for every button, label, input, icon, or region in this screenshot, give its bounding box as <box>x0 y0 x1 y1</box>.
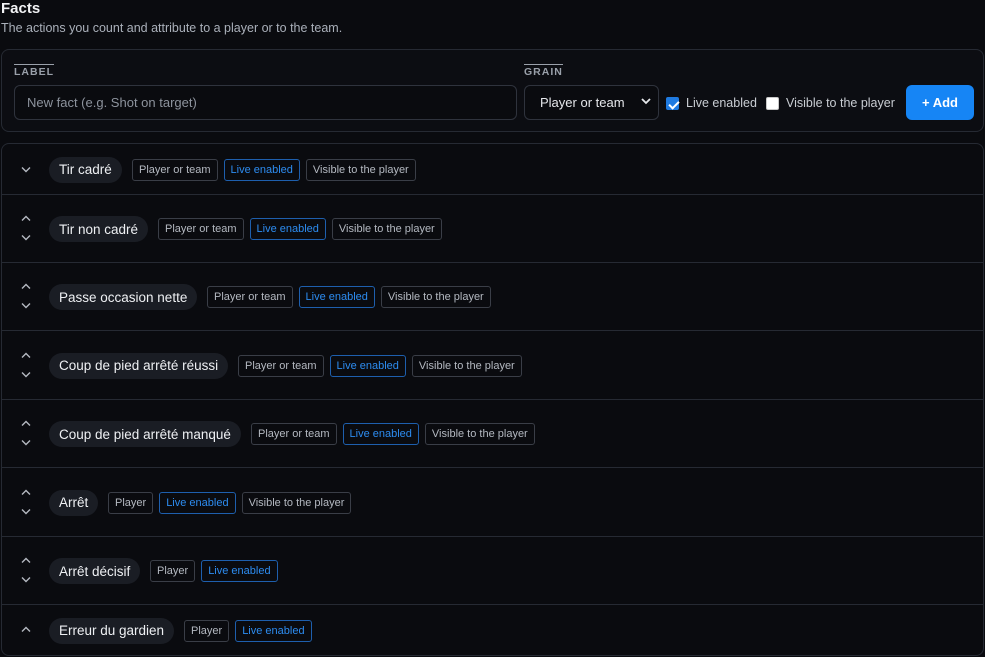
fact-name[interactable]: Erreur du gardien <box>49 617 175 644</box>
grain-badge: Player <box>150 560 196 582</box>
live-enabled-badge: Live enabled <box>201 560 278 582</box>
grain-badge: Player or team <box>207 286 293 308</box>
live-enabled-badge: Live enabled <box>235 619 312 642</box>
label-heading: LABEL <box>14 64 54 78</box>
grain-badge: Player or team <box>132 158 218 181</box>
visible-badge: Visible to the player <box>380 286 491 308</box>
fact-row: Coup de pied arrêté manqué Player or team… <box>2 400 983 468</box>
facts-list: Tir cadré Player or team Live enabled Visib… <box>1 143 984 656</box>
fact-badges: Player or team Live enabled Visible to the… <box>132 158 416 181</box>
live-enabled-badge: Live enabled <box>342 423 419 445</box>
visible-badge: Visible to the player <box>424 423 535 445</box>
fact-name[interactable]: Tir cadré <box>49 156 122 183</box>
chevron-down-icon[interactable] <box>20 508 36 520</box>
grain-heading: GRAIN <box>524 64 563 78</box>
chevron-up-icon[interactable] <box>20 351 36 363</box>
fact-name[interactable]: Passe occasion nette <box>49 284 198 310</box>
fact-name[interactable]: Tir non cadré <box>49 216 149 242</box>
visible-badge: Visible to the player <box>305 158 416 181</box>
fact-row: Coup de pied arrêté réussi Player or team… <box>2 331 983 400</box>
fact-badges: Player or team Live enabled Visible to the… <box>251 423 535 445</box>
chevron-up-icon[interactable] <box>20 488 36 500</box>
live-enabled-badge: Live enabled <box>223 158 300 181</box>
new-fact-label-input[interactable] <box>14 85 517 120</box>
fact-row: Arrêt décisif Player Live enabled <box>2 537 983 605</box>
grain-badge: Player or team <box>158 218 244 240</box>
fact-row: Tir non cadré Player or team Live enabled V… <box>2 195 983 263</box>
fact-row: Arrêt Player Live enabled Visible to the pl… <box>2 468 983 537</box>
grain-badge: Player <box>184 619 230 642</box>
chevron-down-icon[interactable] <box>20 576 36 588</box>
chevron-down-icon[interactable] <box>20 166 36 178</box>
fact-name[interactable]: Coup de pied arrêté manqué <box>49 421 241 447</box>
page-subtitle: The actions you count and attribute to a… <box>1 21 343 35</box>
fact-row: Passe occasion nette Player or team Live e… <box>2 263 983 331</box>
live-enabled-badge: Live enabled <box>329 354 406 377</box>
visible-to-player-label: Visible to the player <box>786 96 895 110</box>
visible-badge: Visible to the player <box>331 218 442 240</box>
new-fact-form: LABEL GRAIN Player or team Live enabled … <box>1 49 984 132</box>
fact-badges: Player or team Live enabled Visible to the… <box>158 218 442 240</box>
grain-select[interactable]: Player or team <box>524 85 659 120</box>
fact-name[interactable]: Arrêt <box>49 489 99 516</box>
fact-row: Erreur du gardien Player Live enabled <box>2 605 983 655</box>
live-enabled-label: Live enabled <box>686 96 757 110</box>
chevron-up-icon[interactable] <box>20 282 36 294</box>
live-enabled-badge: Live enabled <box>298 286 375 308</box>
grain-badge: Player <box>108 491 154 514</box>
chevron-down-icon[interactable] <box>20 371 36 383</box>
add-fact-button[interactable]: + Add <box>906 85 974 120</box>
fact-badges: Player Live enabled <box>150 560 278 582</box>
visible-to-player-checkbox[interactable] <box>766 97 779 110</box>
chevron-up-icon[interactable] <box>20 625 36 637</box>
live-enabled-checkbox[interactable] <box>666 97 679 110</box>
fact-badges: Player Live enabled <box>184 619 312 642</box>
fact-row: Tir cadré Player or team Live enabled Visib… <box>2 144 983 195</box>
grain-badge: Player or team <box>238 354 324 377</box>
chevron-down-icon[interactable] <box>20 234 36 246</box>
visible-badge: Visible to the player <box>411 354 522 377</box>
grain-select-value: Player or team <box>540 95 625 110</box>
fact-name[interactable]: Arrêt décisif <box>49 558 141 584</box>
chevron-up-icon[interactable] <box>20 556 36 568</box>
chevron-down-icon <box>640 95 652 110</box>
chevron-down-icon[interactable] <box>20 439 36 451</box>
fact-badges: Player or team Live enabled Visible to the… <box>207 286 491 308</box>
visible-badge: Visible to the player <box>241 491 352 514</box>
chevron-down-icon[interactable] <box>20 302 36 314</box>
chevron-up-icon[interactable] <box>20 214 36 226</box>
page-title: Facts <box>1 0 41 17</box>
chevron-up-icon[interactable] <box>20 419 36 431</box>
fact-name[interactable]: Coup de pied arrêté réussi <box>49 352 229 379</box>
live-enabled-badge: Live enabled <box>249 218 326 240</box>
live-enabled-badge: Live enabled <box>159 491 236 514</box>
fact-badges: Player Live enabled Visible to the player <box>108 491 352 514</box>
grain-badge: Player or team <box>251 423 337 445</box>
fact-badges: Player or team Live enabled Visible to the… <box>238 354 522 377</box>
